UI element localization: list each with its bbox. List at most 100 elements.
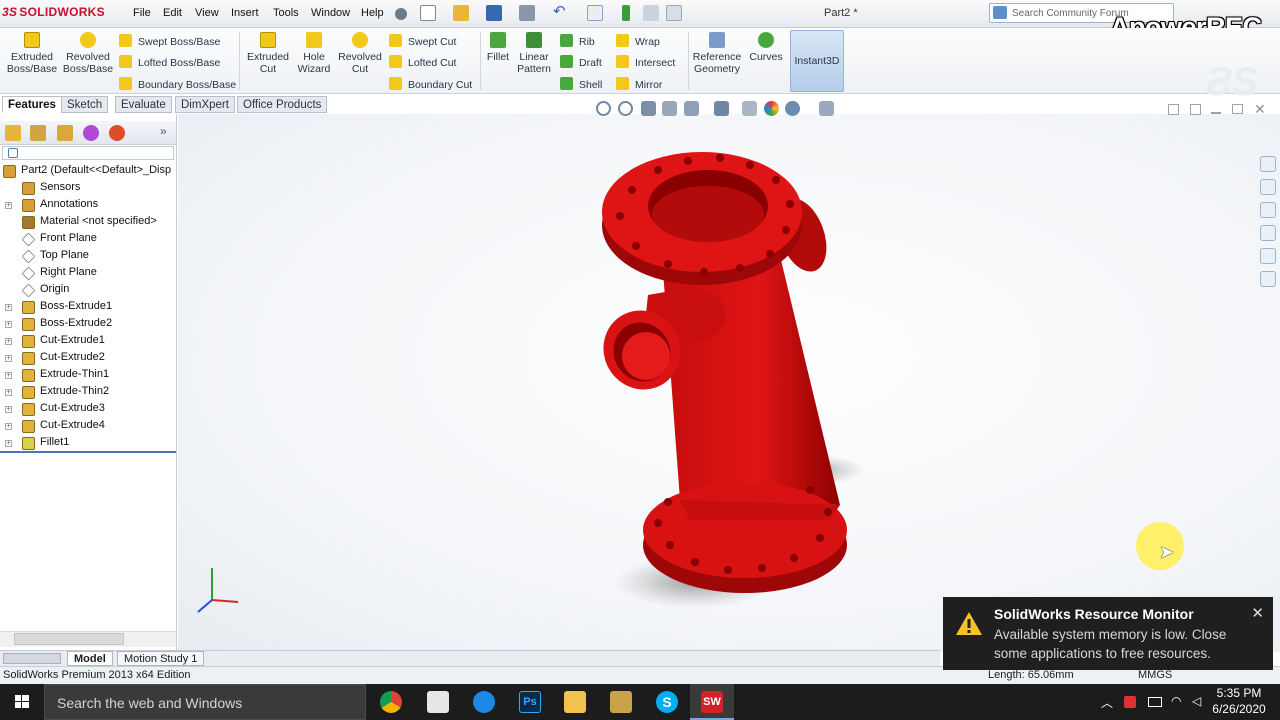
reference-geometry-button[interactable]: Reference Geometry bbox=[690, 32, 744, 75]
revolved-boss-button[interactable]: Revolved Boss/Base bbox=[62, 32, 114, 75]
minimize-doc-icon[interactable] bbox=[1211, 112, 1221, 114]
menu-view[interactable]: View bbox=[195, 7, 219, 19]
tab-model[interactable]: Model bbox=[67, 651, 113, 666]
split-view-horizontal-icon[interactable] bbox=[1190, 104, 1201, 115]
tab-evaluate[interactable]: Evaluate bbox=[115, 96, 172, 113]
wrap-button[interactable]: Wrap bbox=[616, 34, 660, 48]
solidworks-resources-icon[interactable] bbox=[1260, 156, 1276, 172]
menu-help[interactable]: Help bbox=[361, 7, 384, 19]
tree-item-fillet1[interactable]: + Fillet1 bbox=[0, 435, 176, 452]
zoom-to-area-icon[interactable] bbox=[618, 101, 633, 116]
fillet-button[interactable]: Fillet bbox=[484, 32, 512, 63]
tree-root-part2[interactable]: Part2 (Default<<Default>_Disp bbox=[0, 163, 176, 180]
tree-item-origin[interactable]: Origin bbox=[0, 282, 176, 299]
tree-item-annotations[interactable]: + Annotations bbox=[0, 197, 176, 214]
tree-item-sensors[interactable]: Sensors bbox=[0, 180, 176, 197]
taskbar-search-box[interactable]: Search the web and Windows bbox=[44, 684, 366, 720]
windows-start-icon[interactable] bbox=[0, 684, 44, 720]
tree-item-boss-extrude2[interactable]: + Boss-Extrude2 bbox=[0, 316, 176, 333]
tab-motion-study-1[interactable]: Motion Study 1 bbox=[117, 651, 205, 666]
expand-toggle-icon[interactable]: + bbox=[5, 423, 12, 430]
expand-toggle-icon[interactable]: + bbox=[5, 304, 12, 311]
tree-item-right-plane[interactable]: Right Plane bbox=[0, 265, 176, 282]
expand-toggle-icon[interactable]: + bbox=[5, 355, 12, 362]
solidworks-logo[interactable]: 3S SOLIDWORKS bbox=[2, 5, 105, 19]
battery-icon[interactable] bbox=[1148, 697, 1162, 707]
file-properties-icon[interactable] bbox=[643, 5, 659, 21]
tree-item-extrude-thin2[interactable]: + Extrude-Thin2 bbox=[0, 384, 176, 401]
linear-pattern-button[interactable]: Linear Pattern bbox=[514, 32, 554, 75]
extruded-cut-button[interactable]: Extruded Cut bbox=[245, 32, 291, 75]
boundary-cut-button[interactable]: Boundary Cut bbox=[389, 77, 472, 91]
file-explorer-icon[interactable] bbox=[1260, 202, 1276, 218]
instant3d-button[interactable]: Instant3D bbox=[790, 30, 844, 92]
tab-dimxpert[interactable]: DimXpert bbox=[175, 96, 235, 113]
property-manager-icon[interactable] bbox=[30, 125, 46, 141]
extruded-boss-button[interactable]: Extruded Boss/Base bbox=[6, 32, 58, 75]
menu-window[interactable]: Window bbox=[311, 7, 350, 19]
hide-show-items-icon[interactable] bbox=[742, 101, 757, 116]
taskbar-clock[interactable]: 5:35 PM 6/26/2020 bbox=[1208, 685, 1270, 717]
expand-toggle-icon[interactable]: + bbox=[5, 202, 12, 209]
custom-properties-icon[interactable] bbox=[1260, 271, 1276, 287]
menu-file[interactable]: File bbox=[133, 7, 151, 19]
edge-icon[interactable] bbox=[473, 691, 495, 713]
draft-button[interactable]: Draft bbox=[560, 55, 602, 69]
wifi-icon[interactable]: ◠ bbox=[1171, 694, 1181, 708]
restore-doc-icon[interactable] bbox=[1232, 104, 1243, 114]
boundary-boss-button[interactable]: Boundary Boss/Base bbox=[119, 77, 236, 91]
tree-item-front-plane[interactable]: Front Plane bbox=[0, 231, 176, 248]
feature-manager-icon[interactable] bbox=[5, 125, 21, 141]
tree-item-cut-extrude4[interactable]: + Cut-Extrude4 bbox=[0, 418, 176, 435]
design-library-icon[interactable] bbox=[1260, 179, 1276, 195]
pin-icon[interactable] bbox=[395, 8, 407, 20]
menu-insert[interactable]: Insert bbox=[231, 7, 259, 19]
notification-close-icon[interactable]: ✕ bbox=[1251, 604, 1264, 622]
split-view-icon[interactable] bbox=[1168, 104, 1179, 115]
expand-toggle-icon[interactable]: + bbox=[5, 440, 12, 447]
zoom-to-fit-icon[interactable] bbox=[596, 101, 611, 116]
photoshop-icon[interactable]: Ps bbox=[519, 691, 541, 713]
configuration-manager-icon[interactable] bbox=[57, 125, 73, 141]
tree-filter-input[interactable] bbox=[2, 146, 174, 160]
volume-icon[interactable]: ◁ bbox=[1192, 694, 1201, 708]
show-hidden-icons-icon[interactable]: ︿ bbox=[1101, 694, 1113, 711]
curves-button[interactable]: Curves bbox=[748, 32, 784, 63]
tab-office-products[interactable]: Office Products bbox=[237, 96, 328, 113]
rib-button[interactable]: Rib bbox=[560, 34, 595, 48]
save-icon[interactable] bbox=[486, 5, 502, 21]
tray-app-icon[interactable] bbox=[1124, 696, 1136, 708]
file-explorer-taskbar-icon[interactable] bbox=[564, 691, 586, 713]
chrome-icon[interactable] bbox=[380, 691, 402, 713]
store-icon[interactable] bbox=[427, 691, 449, 713]
view-orientation-icon[interactable] bbox=[684, 101, 699, 116]
app-icon[interactable] bbox=[610, 691, 632, 713]
display-manager-icon[interactable] bbox=[109, 125, 125, 141]
shell-button[interactable]: Shell bbox=[560, 77, 602, 91]
close-doc-icon[interactable]: ✕ bbox=[1254, 101, 1266, 118]
tree-item-boss-extrude1[interactable]: + Boss-Extrude1 bbox=[0, 299, 176, 316]
tree-item-top-plane[interactable]: Top Plane bbox=[0, 248, 176, 265]
part-model-render[interactable] bbox=[580, 140, 880, 620]
previous-view-icon[interactable] bbox=[641, 101, 656, 116]
hole-wizard-button[interactable]: Hole Wizard bbox=[293, 32, 335, 75]
open-folder-icon[interactable] bbox=[453, 5, 469, 21]
tab-sketch[interactable]: Sketch bbox=[61, 96, 109, 113]
select-cursor-icon[interactable] bbox=[587, 5, 603, 21]
swept-cut-button[interactable]: Swept Cut bbox=[389, 34, 456, 48]
edit-appearance-icon[interactable] bbox=[764, 101, 779, 116]
resource-monitor-notification[interactable]: SolidWorks Resource Monitor Available sy… bbox=[943, 597, 1273, 670]
tab-scroll-arrows-icon[interactable] bbox=[3, 653, 61, 664]
menu-edit[interactable]: Edit bbox=[163, 7, 182, 19]
new-document-icon[interactable] bbox=[420, 5, 436, 21]
revolved-cut-button[interactable]: Revolved Cut bbox=[337, 32, 383, 75]
tree-rollback-bar[interactable] bbox=[0, 451, 176, 453]
section-view-icon[interactable] bbox=[662, 101, 677, 116]
lofted-cut-button[interactable]: Lofted Cut bbox=[389, 55, 456, 69]
units-selector[interactable]: MMGS bbox=[1138, 669, 1172, 681]
tree-item-material-not-specified[interactable]: Material <not specified> bbox=[0, 214, 176, 231]
lofted-boss-button[interactable]: Lofted Boss/Base bbox=[119, 55, 220, 69]
expand-toggle-icon[interactable]: + bbox=[5, 338, 12, 345]
expand-toggle-icon[interactable]: + bbox=[5, 372, 12, 379]
view-palette-icon[interactable] bbox=[1260, 225, 1276, 241]
